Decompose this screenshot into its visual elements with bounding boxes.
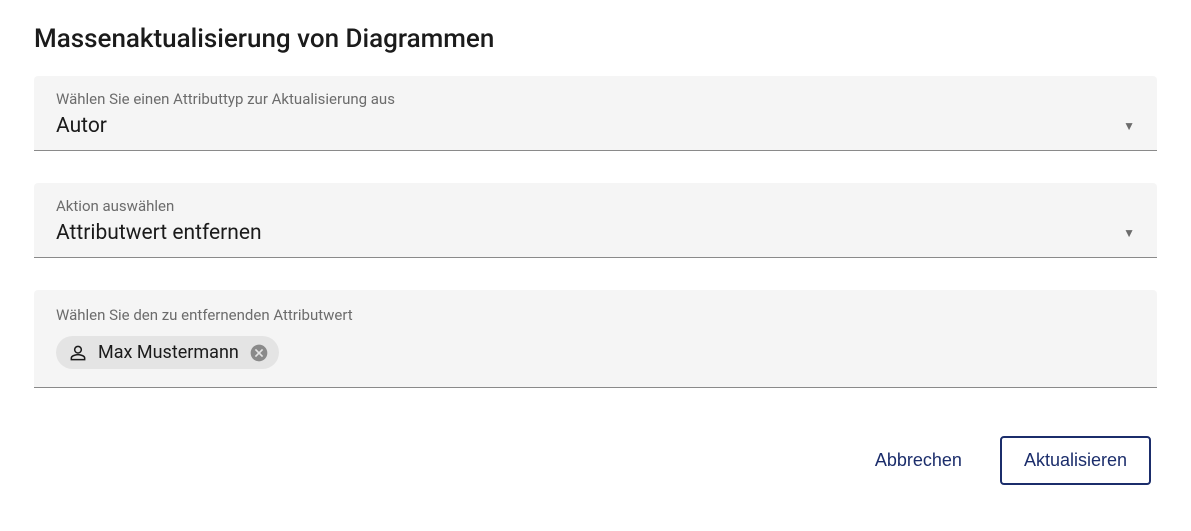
cancel-button[interactable]: Abbrechen (853, 436, 984, 485)
attribute-value-field[interactable]: Wählen Sie den zu entfernenden Attributw… (34, 290, 1157, 388)
dialog-actions: Abbrechen Aktualisieren (34, 436, 1157, 485)
attribute-value-label: Wählen Sie den zu entfernenden Attributw… (56, 306, 1135, 324)
selected-chip: Max Mustermann (56, 336, 279, 369)
chevron-down-icon: ▼ (1123, 119, 1135, 133)
chevron-down-icon: ▼ (1123, 226, 1135, 240)
chip-remove-icon[interactable] (249, 343, 269, 363)
action-label: Aktion auswählen (56, 197, 1135, 215)
action-select[interactable]: Aktion auswählen Attributwert entfernen … (34, 183, 1157, 258)
attribute-type-select[interactable]: Wählen Sie einen Attributtyp zur Aktuali… (34, 76, 1157, 151)
chip-label: Max Mustermann (98, 342, 239, 363)
page-title: Massenaktualisierung von Diagrammen (34, 24, 1157, 54)
update-button[interactable]: Aktualisieren (1000, 436, 1151, 485)
action-value: Attributwert entfernen (56, 221, 262, 245)
attribute-type-value: Autor (56, 114, 107, 138)
person-icon (68, 343, 88, 363)
attribute-type-label: Wählen Sie einen Attributtyp zur Aktuali… (56, 90, 1135, 108)
